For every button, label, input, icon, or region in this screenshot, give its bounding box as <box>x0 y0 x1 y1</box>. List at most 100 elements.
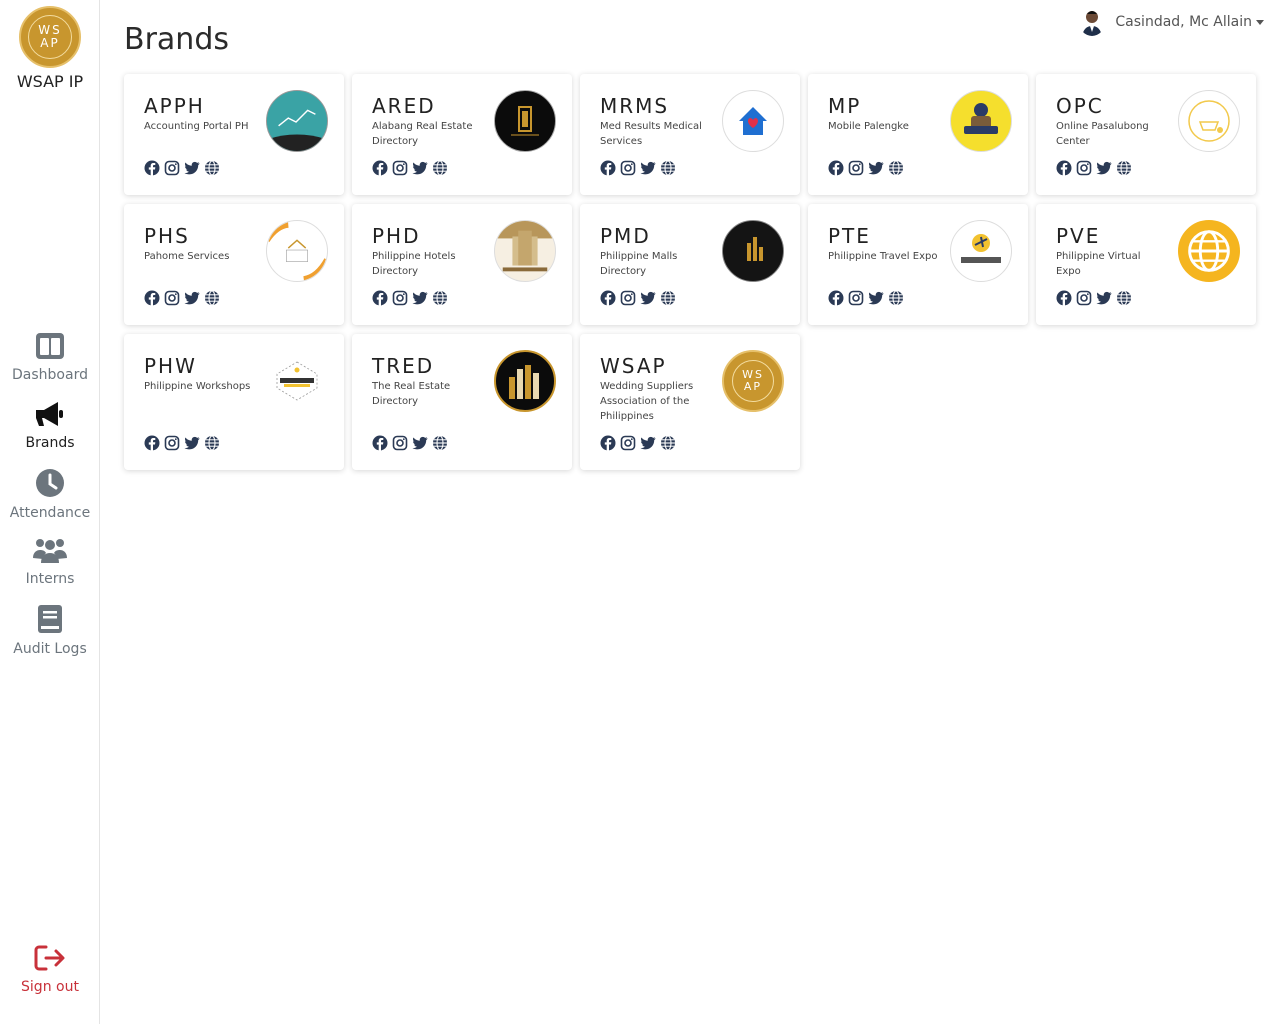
facebook-icon[interactable] <box>372 290 388 306</box>
instagram-icon[interactable] <box>164 160 180 176</box>
brand-code: PHD <box>372 224 421 248</box>
instagram-icon[interactable] <box>392 435 408 451</box>
phd-logo <box>494 220 556 282</box>
mrms-logo <box>722 90 784 152</box>
twitter-icon[interactable] <box>184 435 200 451</box>
pmd-logo <box>722 220 784 282</box>
brand-card-phd[interactable]: PHD Philippine Hotels Directory <box>352 204 572 325</box>
instagram-icon[interactable] <box>620 290 636 306</box>
megaphone-icon <box>36 402 63 426</box>
brand-card-mp[interactable]: MP Mobile Palengke <box>808 74 1028 195</box>
brand-card-ared[interactable]: ARED Alabang Real Estate Directory <box>352 74 572 195</box>
brand-card-pmd[interactable]: PMD Philippine Malls Directory <box>580 204 800 325</box>
brand-card-opc[interactable]: OPC Online Pasalubong Center <box>1036 74 1256 195</box>
facebook-icon[interactable] <box>600 160 616 176</box>
nav-brands[interactable]: Brands <box>0 400 100 451</box>
pte-logo <box>950 220 1012 282</box>
globe-icon[interactable] <box>888 160 904 176</box>
instagram-icon[interactable] <box>164 435 180 451</box>
twitter-icon[interactable] <box>184 160 200 176</box>
brand-card-phw[interactable]: PHW Philippine Workshops <box>124 334 344 470</box>
nav-attendance[interactable]: Attendance <box>0 468 100 521</box>
instagram-icon[interactable] <box>1076 290 1092 306</box>
brand-name: Philippine Travel Expo <box>828 251 938 262</box>
globe-icon[interactable] <box>432 290 448 306</box>
social-links <box>600 435 676 451</box>
social-links <box>372 290 448 306</box>
twitter-icon[interactable] <box>412 160 428 176</box>
globe-icon[interactable] <box>204 160 220 176</box>
brand-card-phs[interactable]: PHS Pahome Services <box>124 204 344 325</box>
nav-interns[interactable]: Interns <box>0 536 100 587</box>
nav-dashboard[interactable]: Dashboard <box>0 332 100 383</box>
brand-card-pte[interactable]: PTE Philippine Travel Expo <box>808 204 1028 325</box>
globe-icon[interactable] <box>1116 290 1132 306</box>
globe-icon[interactable] <box>888 290 904 306</box>
twitter-icon[interactable] <box>640 435 656 451</box>
brand-card-pve[interactable]: PVE Philippine Virtual Expo <box>1036 204 1256 325</box>
instagram-icon[interactable] <box>164 290 180 306</box>
twitter-icon[interactable] <box>640 160 656 176</box>
nav-sign-out-label: Sign out <box>21 979 79 995</box>
twitter-icon[interactable] <box>412 290 428 306</box>
facebook-icon[interactable] <box>144 435 160 451</box>
facebook-icon[interactable] <box>372 435 388 451</box>
facebook-icon[interactable] <box>144 160 160 176</box>
twitter-icon[interactable] <box>1096 160 1112 176</box>
facebook-icon[interactable] <box>1056 160 1072 176</box>
brand-code: PHS <box>144 224 190 248</box>
brand-card-wsap[interactable]: WSAP Wedding Suppliers Association of th… <box>580 334 800 470</box>
instagram-icon[interactable] <box>1076 160 1092 176</box>
globe-icon[interactable] <box>1116 160 1132 176</box>
facebook-icon[interactable] <box>600 290 616 306</box>
brand-code: WSAP <box>600 354 667 378</box>
instagram-icon[interactable] <box>392 160 408 176</box>
globe-icon[interactable] <box>204 290 220 306</box>
twitter-icon[interactable] <box>640 290 656 306</box>
facebook-icon[interactable] <box>828 160 844 176</box>
globe-icon[interactable] <box>204 435 220 451</box>
facebook-icon[interactable] <box>600 435 616 451</box>
brand-code: OPC <box>1056 94 1104 118</box>
brand-code: PMD <box>600 224 651 248</box>
globe-icon[interactable] <box>660 290 676 306</box>
facebook-icon[interactable] <box>372 160 388 176</box>
brand-card-mrms[interactable]: MRMS Med Results Medical Services <box>580 74 800 195</box>
brand-name: Med Results Medical Services <box>600 121 702 147</box>
opc-logo <box>1178 90 1240 152</box>
nav-dashboard-label: Dashboard <box>12 367 88 383</box>
mp-logo <box>950 90 1012 152</box>
globe-icon[interactable] <box>432 435 448 451</box>
twitter-icon[interactable] <box>868 160 884 176</box>
twitter-icon[interactable] <box>184 290 200 306</box>
brand-name: Pahome Services <box>144 251 230 262</box>
social-links <box>828 160 904 176</box>
brand-card-tred[interactable]: TRED The Real Estate Directory <box>352 334 572 470</box>
globe-icon[interactable] <box>432 160 448 176</box>
user-menu[interactable]: Casindad, Mc Allain <box>1079 8 1264 36</box>
page-title: Brands <box>124 22 229 57</box>
pve-logo <box>1178 220 1240 282</box>
nav-attendance-label: Attendance <box>9 505 91 521</box>
instagram-icon[interactable] <box>848 160 864 176</box>
user-name: Casindad, Mc Allain <box>1115 14 1252 30</box>
instagram-icon[interactable] <box>848 290 864 306</box>
instagram-icon[interactable] <box>392 290 408 306</box>
facebook-icon[interactable] <box>144 290 160 306</box>
clock-icon <box>36 469 64 497</box>
nav-audit-logs[interactable]: Audit Logs <box>0 604 100 657</box>
facebook-icon[interactable] <box>1056 290 1072 306</box>
globe-icon[interactable] <box>660 435 676 451</box>
facebook-icon[interactable] <box>828 290 844 306</box>
twitter-icon[interactable] <box>868 290 884 306</box>
nav-sign-out[interactable]: Sign out <box>0 944 100 995</box>
globe-icon[interactable] <box>660 160 676 176</box>
wsap-card-logo-text-bottom: AP <box>743 380 763 393</box>
instagram-icon[interactable] <box>620 160 636 176</box>
instagram-icon[interactable] <box>620 435 636 451</box>
twitter-icon[interactable] <box>412 435 428 451</box>
brand-card-apph[interactable]: APPH Accounting Portal PH <box>124 74 344 195</box>
twitter-icon[interactable] <box>1096 290 1112 306</box>
wsap-logo[interactable]: WS AP <box>19 6 81 68</box>
brand-name: Wedding Suppliers Association of the Phi… <box>600 381 694 422</box>
